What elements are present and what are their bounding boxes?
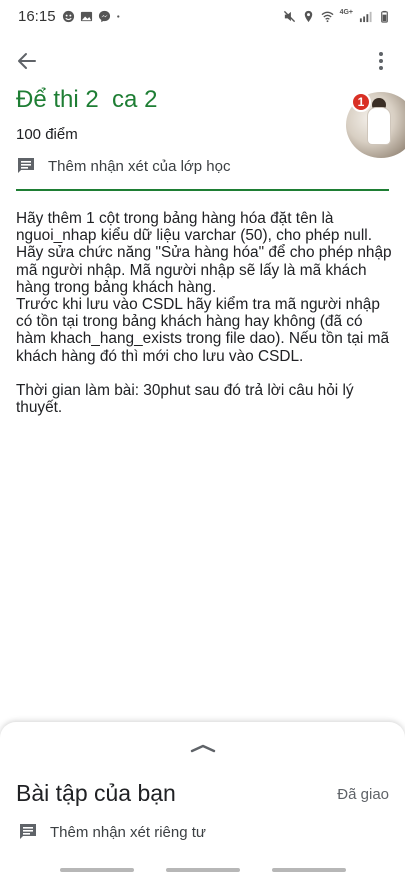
system-nav-bar [0,866,405,878]
divider [16,189,389,191]
submission-status: Đã giao [337,786,389,803]
comment-icon [20,824,36,839]
add-class-comment-button[interactable]: Thêm nhận xét của lớp học [16,156,230,176]
assignment-description: Hãy thêm 1 cột trong bảng hàng hóa đặt t… [16,210,394,416]
emoji-icon [62,10,74,22]
private-comment-label: Thêm nhận xét riêng tư [50,823,206,841]
assignment-title: Để thi 2 ca 2 [16,86,158,113]
nav-recents[interactable] [60,868,134,872]
lte-icon: 4G+ [339,8,353,16]
your-work-sheet[interactable]: Bài tập của bạn Đã giao Thêm nhận xét ri… [0,722,405,878]
location-icon [304,10,312,22]
add-private-comment-button[interactable]: Thêm nhận xét riêng tư [18,822,206,842]
class-comment-label: Thêm nhận xét của lớp học [48,157,231,175]
description-paragraph: Thời gian làm bài: 30phut sau đó trả lời… [16,381,354,417]
nav-back[interactable] [272,868,346,872]
assignment-points: 100 điểm [16,126,78,143]
dot-icon [116,14,119,18]
more-vert-icon [379,52,383,70]
mute-icon [283,10,295,22]
status-right-icons: 4G+ [283,8,391,23]
status-time: 16:15 [18,7,56,25]
description-paragraph: Hãy sửa chức năng "Sửa hàng hóa" để cho … [16,244,392,296]
chevron-up-icon[interactable] [189,742,217,754]
comment-icon [18,158,34,173]
status-bar: 16:15 4G+ [0,0,405,32]
more-options-button[interactable] [369,46,393,76]
messenger-icon [98,10,110,22]
nav-home[interactable] [166,868,240,872]
your-work-title: Bài tập của bạn [16,780,176,806]
battery-icon [381,10,388,23]
arrow-back-icon [18,53,36,69]
notification-badge: 1 [351,92,371,112]
signal-icon [359,11,372,22]
gallery-icon [80,11,92,21]
description-paragraph: Hãy thêm 1 cột trong bảng hàng hóa đặt t… [16,210,372,245]
description-paragraph: Trước khi lưu vào CSDL hãy kiểm tra mã n… [16,296,390,365]
teacher-avatar[interactable]: 1 [346,92,405,158]
back-button[interactable] [12,46,42,76]
status-left-icons [62,10,124,23]
app-bar [0,40,405,80]
wifi-icon [321,11,334,22]
